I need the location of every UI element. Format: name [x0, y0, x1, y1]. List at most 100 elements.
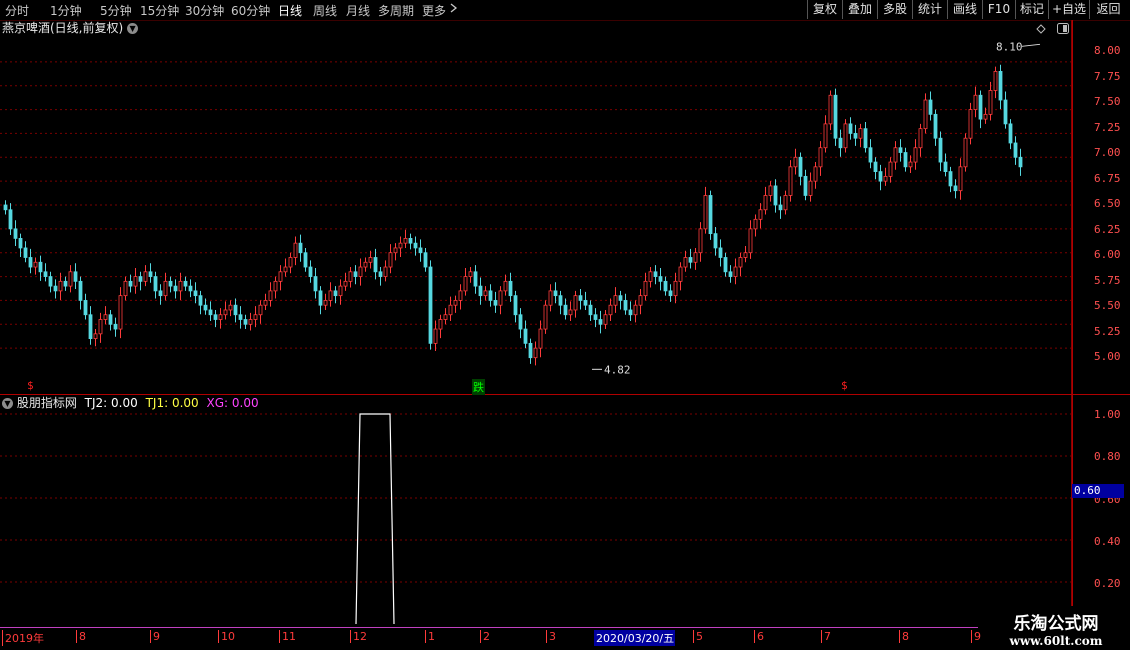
mark-button[interactable]: 标记: [1015, 0, 1048, 19]
candle-body: [643, 280, 648, 297]
candle-body: [748, 228, 753, 254]
candle-body: [578, 295, 583, 301]
tab-period[interactable]: 多周期: [378, 2, 414, 19]
candle-body: [893, 147, 898, 163]
price-tick: 5.50: [1094, 299, 1121, 312]
tab-period-active[interactable]: 日线: [278, 2, 302, 19]
overlay-button[interactable]: 叠加: [842, 0, 877, 19]
candle-body: [268, 290, 273, 301]
price-tick: 5.75: [1094, 274, 1121, 287]
candle-body: [143, 271, 148, 282]
price-annotation: 8.10: [996, 40, 1023, 53]
candlestick-chart[interactable]: 8.10 4.82: [0, 20, 1071, 394]
watermark-title: 乐淘公式网: [1013, 614, 1099, 634]
candle-body: [483, 290, 488, 297]
candle-body: [553, 290, 558, 297]
candle-body: [758, 209, 763, 220]
candle-body: [793, 156, 798, 168]
candle-body: [563, 304, 568, 316]
candle-body: [108, 314, 113, 325]
candle-body: [428, 266, 433, 344]
candle-body: [588, 304, 593, 316]
candle-body: [708, 195, 713, 235]
tab-period[interactable]: 5分钟: [100, 2, 132, 19]
candle-body: [168, 280, 173, 287]
candle-body: [598, 319, 603, 325]
candle-body: [843, 123, 848, 149]
candle-body: [638, 295, 643, 306]
candle-body: [78, 280, 83, 301]
chevron-right-icon[interactable]: [449, 2, 458, 17]
date-cursor-label: 2020/03/20/五: [594, 630, 676, 646]
indicator-name[interactable]: 股朋指标网: [17, 396, 77, 410]
tab-period[interactable]: 30分钟: [185, 2, 224, 19]
candle-body: [718, 247, 723, 258]
candle-body: [948, 171, 953, 187]
f10-button[interactable]: F10: [982, 0, 1015, 19]
candle-body: [833, 94, 838, 139]
candle-body: [343, 280, 348, 287]
draw-line-button[interactable]: 画线: [947, 0, 982, 19]
add-watchlist-button[interactable]: +自选: [1048, 0, 1089, 19]
candle-body: [683, 257, 688, 268]
candle-body: [133, 276, 138, 287]
candle-body: [383, 266, 388, 277]
price-tick: 7.25: [1094, 121, 1121, 134]
price-tick: 5.25: [1094, 325, 1121, 338]
tab-period[interactable]: 1分钟: [50, 2, 82, 19]
candle-body: [653, 271, 658, 277]
candle-body: [633, 304, 638, 316]
price-annotation: 4.82: [604, 363, 631, 376]
period-toolbar: 分时 1分钟 5分钟 15分钟 30分钟 60分钟 日线 周线 月线 多周期 更…: [0, 0, 1130, 21]
candle-body: [298, 242, 303, 254]
candle-body: [783, 195, 788, 211]
price-tick: 8.00: [1094, 44, 1121, 57]
candle-body: [503, 280, 508, 292]
candle-body: [453, 300, 458, 306]
candle-body: [183, 280, 188, 287]
time-tick: 2019年: [2, 630, 44, 646]
candle-body: [533, 347, 538, 359]
candle-body: [918, 128, 923, 149]
candle-body: [943, 161, 948, 173]
price-tick: 7.75: [1094, 70, 1121, 83]
tab-period[interactable]: 60分钟: [231, 2, 270, 19]
tab-period[interactable]: 月线: [346, 2, 370, 19]
multi-stock-button[interactable]: 多股: [877, 0, 912, 19]
tab-period[interactable]: 15分钟: [140, 2, 179, 19]
candle-body: [863, 128, 868, 149]
candle-body: [548, 290, 553, 306]
tab-period[interactable]: 周线: [313, 2, 337, 19]
candle-body: [513, 295, 518, 316]
indicator-chart[interactable]: [0, 412, 1071, 626]
candle-body: [233, 304, 238, 316]
signal-marker: $: [27, 379, 34, 392]
candle-body: [353, 271, 358, 277]
candle-body: [768, 185, 773, 196]
candle-body: [873, 161, 878, 173]
candle-body: [278, 271, 283, 282]
candle-body: [263, 300, 268, 306]
candle-body: [593, 314, 598, 320]
candle-body: [888, 161, 893, 177]
statistics-button[interactable]: 统计: [912, 0, 947, 19]
candle-body: [583, 300, 588, 306]
candle-body: [68, 271, 73, 287]
candle-body: [188, 285, 193, 292]
candle-body: [978, 94, 983, 120]
candle-body: [283, 266, 288, 273]
tab-more[interactable]: 更多: [422, 2, 446, 19]
tab-period[interactable]: 分时: [5, 2, 29, 19]
restore-rights-button[interactable]: 复权: [807, 0, 842, 19]
indicator-tick: 0.80: [1094, 450, 1121, 463]
back-button[interactable]: 返回: [1089, 0, 1127, 19]
indicator-header: ▼ 股朋指标网 TJ2: 0.00 TJ1: 0.00 XG: 0.00: [2, 395, 259, 412]
time-axis-line: [0, 627, 978, 628]
candle-body: [43, 271, 48, 277]
indicator-value: XG: 0.00: [206, 396, 259, 410]
chevron-down-icon[interactable]: ▼: [2, 398, 13, 409]
candle-body: [728, 271, 733, 277]
candle-body: [433, 328, 438, 344]
candle-body: [803, 175, 808, 196]
candle-body: [418, 247, 423, 254]
